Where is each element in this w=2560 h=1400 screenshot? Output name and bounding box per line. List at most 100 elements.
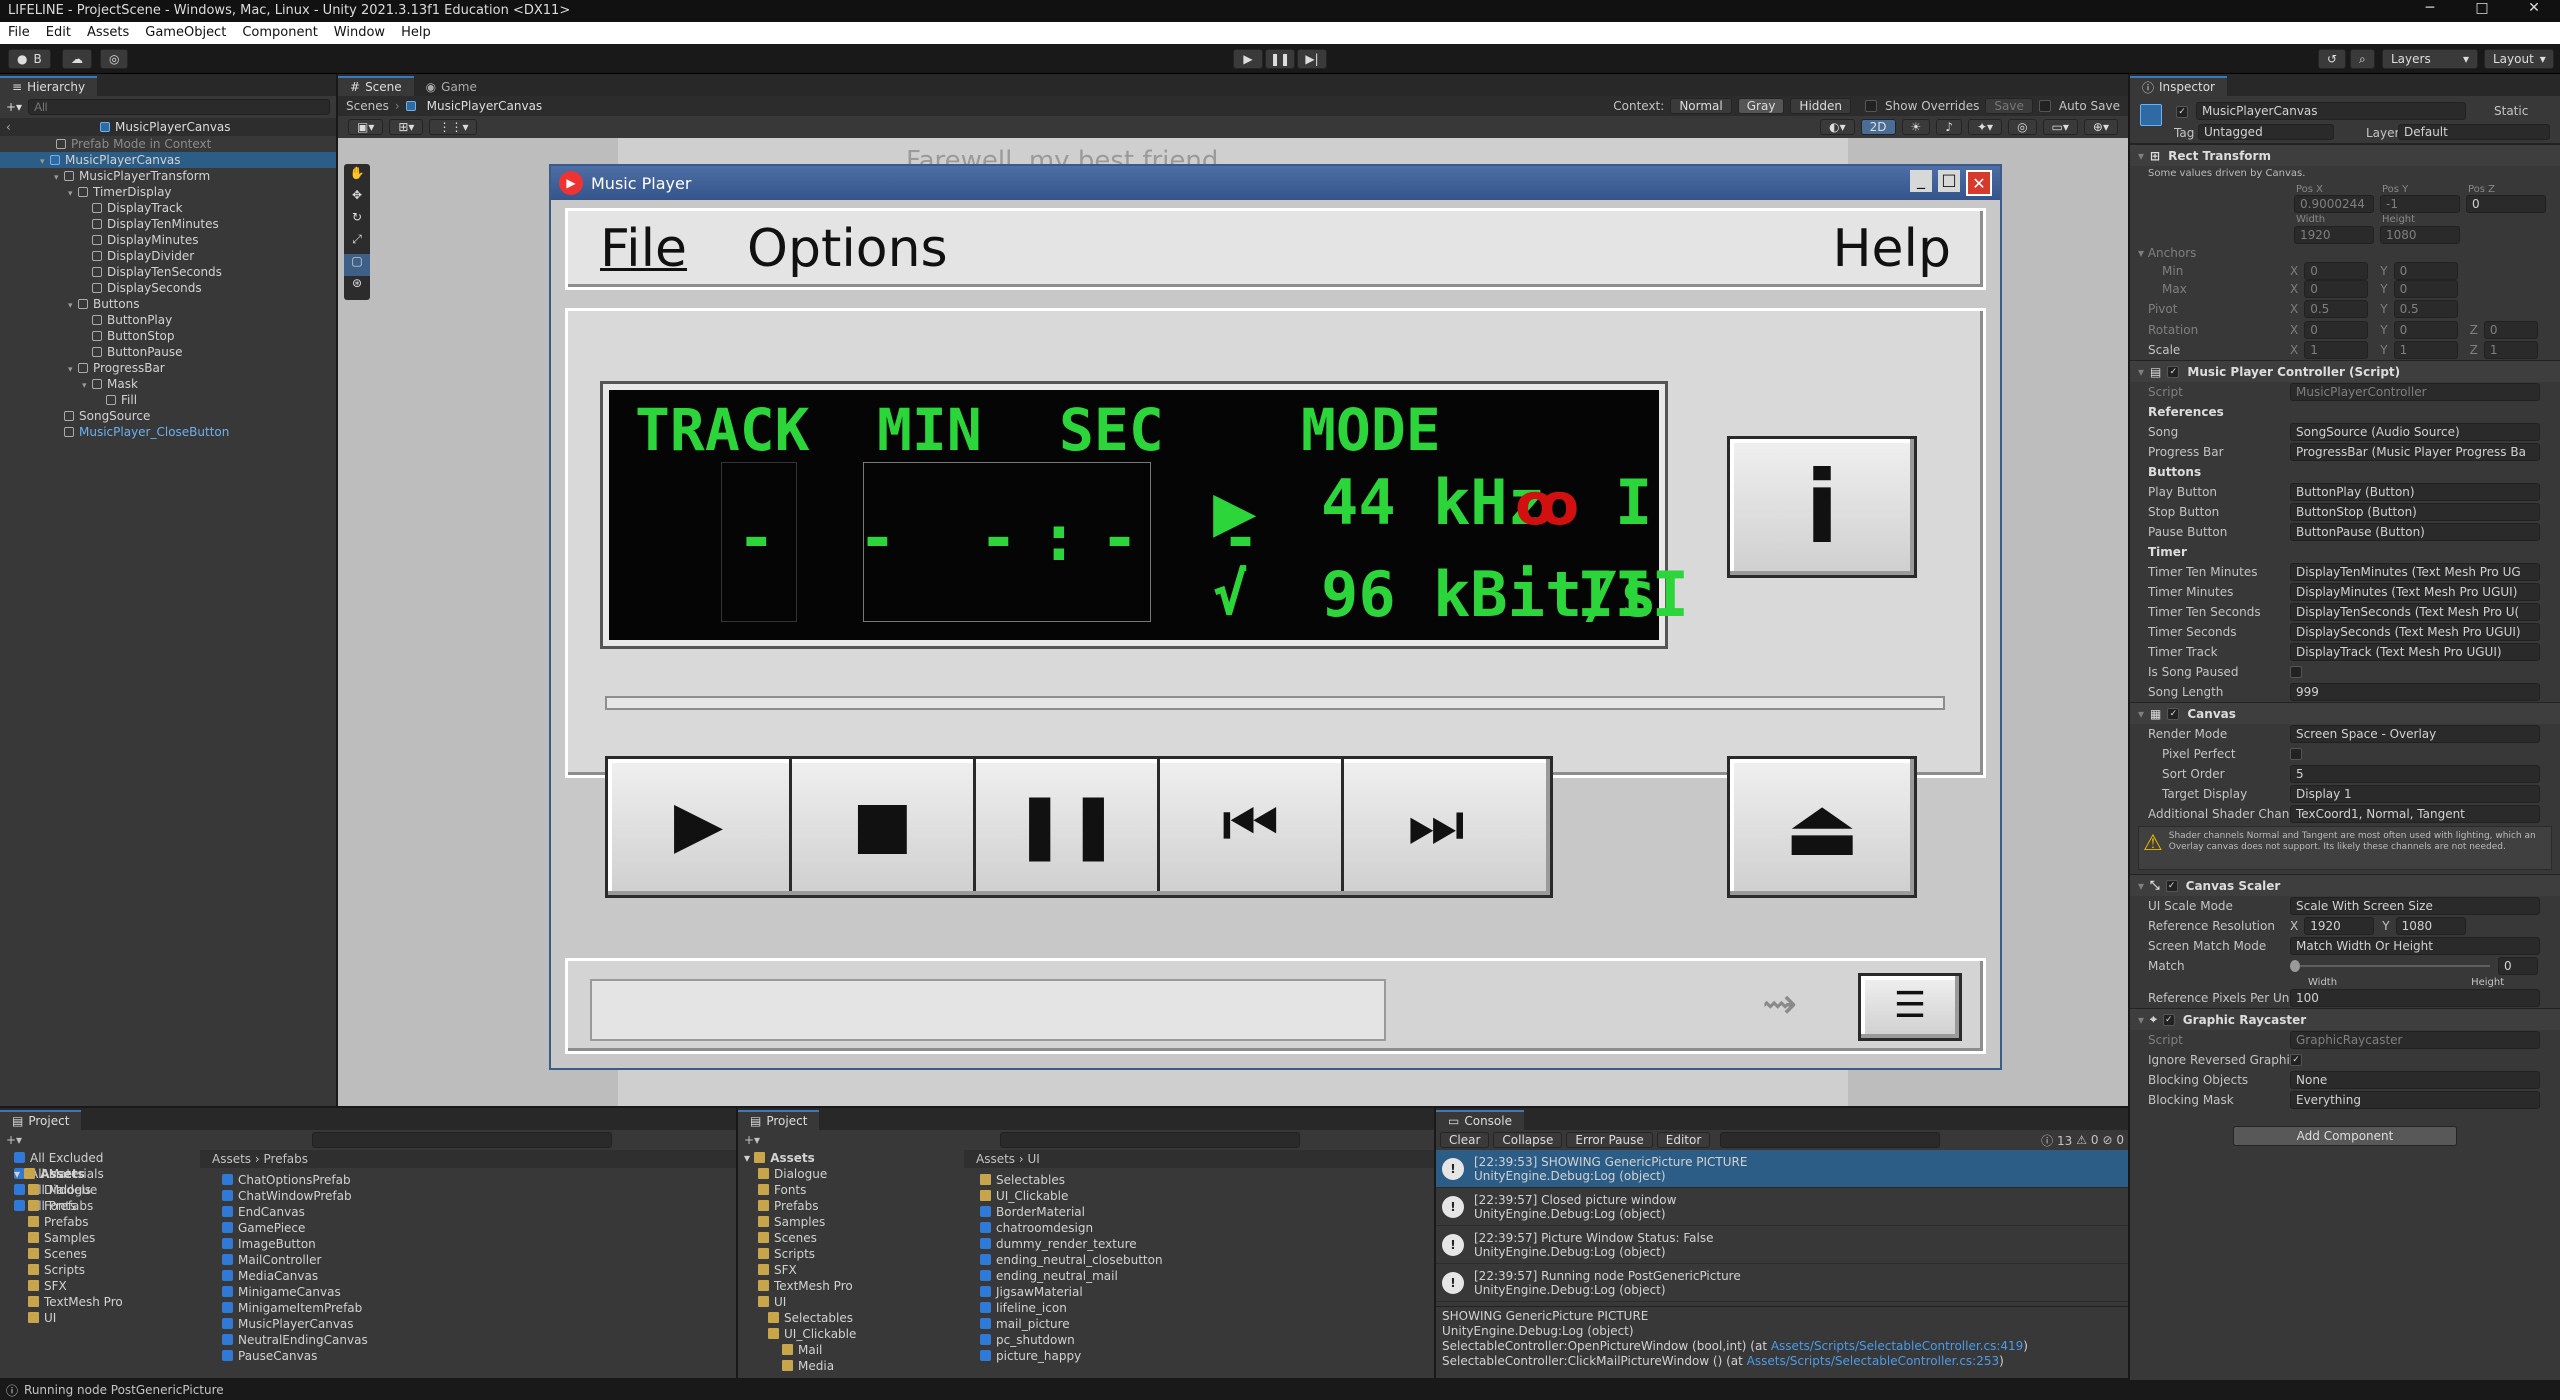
add-asset-icon[interactable]: +▾ — [6, 1133, 22, 1147]
pixel-perfect-checkbox[interactable] — [2290, 748, 2302, 760]
stack-link-2[interactable]: Assets/Scripts/SelectableController.cs:2… — [1747, 1354, 1999, 1368]
project-folder[interactable]: Scripts — [744, 1246, 950, 1262]
project-folder[interactable]: UI — [744, 1294, 950, 1310]
scale-tool-icon[interactable]: ⤢ — [344, 232, 370, 254]
camera-dropdown[interactable]: ▭▾ — [2042, 119, 2078, 135]
layout-dropdown[interactable]: Layout ▾ — [2484, 49, 2554, 69]
graphic-raycaster-header[interactable]: ▾ ⌖ ✓ Graphic Raycaster — [2130, 1008, 2560, 1030]
is-song-paused-checkbox[interactable] — [2290, 666, 2302, 678]
history-button[interactable]: ↺ — [2318, 49, 2347, 69]
project-asset[interactable]: GamePiece — [222, 1220, 722, 1236]
add-component-button[interactable]: Add Component — [2233, 1126, 2457, 1146]
console-log-entry[interactable]: ! [22:39:57] Picture Window Status: False… — [1436, 1226, 2128, 1264]
mode-2d-toggle[interactable]: 2D — [1860, 119, 1896, 135]
menu-window[interactable]: Window — [326, 22, 393, 44]
minimize-button[interactable]: ─ — [2404, 0, 2456, 22]
auto-save-checkbox[interactable] — [2038, 100, 2051, 112]
layer-dropdown[interactable]: Default — [2398, 124, 2550, 140]
expand-arrow-icon[interactable]: ▾ — [82, 378, 92, 394]
transform-tool-icon[interactable]: ⊛ — [344, 276, 370, 298]
step-button[interactable]: ▶| — [1297, 49, 1327, 69]
tab-project-1[interactable]: ▤ Project — [0, 1110, 82, 1130]
hierarchy-item[interactable]: ▾ Buttons — [0, 296, 336, 312]
play-button-field[interactable]: ButtonPlay (Button) — [2290, 483, 2540, 501]
object-name-field[interactable]: MusicPlayerCanvas — [2196, 102, 2466, 120]
rect-tool-icon[interactable]: ▢ — [344, 254, 370, 276]
menu-file[interactable]: File — [0, 22, 38, 44]
move-tool-icon[interactable]: ✥ — [344, 188, 370, 210]
save-button[interactable]: Save — [1985, 98, 2033, 114]
ignore-reversed-checkbox[interactable]: ✓ — [2290, 1054, 2302, 1066]
timer-ten-minutes-field[interactable]: DisplayTenMinutes (Text Mesh Pro UG — [2290, 563, 2540, 581]
match-slider-thumb[interactable] — [2290, 960, 2300, 972]
transport-prev-button[interactable]: ⏮ — [1160, 759, 1344, 891]
expand-arrow-icon[interactable]: ▾ — [40, 154, 50, 170]
project-asset[interactable]: mail_picture — [980, 1316, 1420, 1332]
project-folder[interactable]: Dialogue — [14, 1182, 200, 1198]
ref-res-y[interactable]: 1080 — [2395, 917, 2466, 935]
tab-hierarchy[interactable]: ≡ Hierarchy — [0, 76, 98, 96]
transport-next-button[interactable]: ⏭ — [1344, 759, 1528, 891]
show-overrides-checkbox[interactable] — [1865, 100, 1878, 112]
project-folder[interactable]: SFX — [744, 1262, 950, 1278]
mp-close-button[interactable]: ✕ — [1966, 170, 1992, 196]
progress-bar[interactable] — [605, 696, 1945, 710]
project-folder[interactable]: Samples — [744, 1214, 950, 1230]
tab-scene[interactable]: # Scene — [338, 76, 414, 96]
tag-dropdown[interactable]: Untagged — [2198, 124, 2334, 140]
hierarchy-item[interactable]: SongSource — [0, 408, 336, 424]
breadcrumb-scenes[interactable]: Scenes — [346, 99, 389, 113]
log-count-badge[interactable]: ⓘ 13 — [2041, 1132, 2072, 1149]
anchor-min-y[interactable]: 0 — [2393, 262, 2458, 280]
timer-seconds-field[interactable]: DisplaySeconds (Text Mesh Pro UGUI) — [2290, 623, 2540, 641]
project-folder[interactable]: Scenes — [14, 1246, 200, 1262]
project-asset[interactable]: picture_happy — [980, 1348, 1420, 1364]
project-folder[interactable]: TextMesh Pro — [14, 1294, 200, 1310]
project-folder[interactable]: Fonts — [14, 1198, 200, 1214]
project-folder[interactable]: Scenes — [744, 1230, 950, 1246]
mp-maximize-button[interactable]: □ — [1938, 170, 1960, 192]
eject-button[interactable]: ⏏ — [1727, 756, 1917, 898]
transport-play-button[interactable]: ▶ — [608, 759, 792, 891]
project-asset[interactable]: NeutralEndingCanvas — [222, 1332, 722, 1348]
project-asset[interactable]: Selectables — [980, 1172, 1420, 1188]
canvas-enabled-checkbox[interactable]: ✓ — [2167, 707, 2180, 720]
audio-toggle[interactable]: ♪ — [1936, 119, 1962, 135]
mp-minimize-button[interactable]: _ — [1910, 170, 1932, 192]
expand-arrow-icon[interactable]: ▾ — [68, 362, 78, 378]
hierarchy-item[interactable]: MusicPlayer_CloseButton — [0, 424, 336, 440]
hierarchy-item[interactable]: ButtonPlay — [0, 312, 336, 328]
shader-channels-dropdown[interactable]: TexCoord1, Normal, Tangent — [2290, 805, 2540, 823]
controller-script-field[interactable]: MusicPlayerController — [2290, 383, 2540, 401]
pos-x-field[interactable]: 0.9000244 — [2294, 195, 2374, 213]
tab-project-2[interactable]: ▤ Project — [738, 1110, 820, 1130]
mp-menu-file[interactable]: File — [600, 219, 687, 279]
project-asset[interactable]: PauseCanvas — [222, 1348, 722, 1364]
timer-track-field[interactable]: DisplayTrack (Text Mesh Pro UGUI) — [2290, 643, 2540, 661]
hierarchy-item[interactable]: ButtonPause — [0, 344, 336, 360]
expand-arrow-icon[interactable]: ▾ — [68, 186, 78, 202]
back-arrow-icon[interactable]: ‹ — [6, 120, 11, 134]
hierarchy-item[interactable]: ButtonStop — [0, 328, 336, 344]
project-folder[interactable]: UI_Clickable — [744, 1326, 950, 1342]
project-folder[interactable]: UI — [14, 1310, 200, 1326]
expand-arrow-icon[interactable]: ▾ — [68, 298, 78, 314]
progress-bar-field[interactable]: ProgressBar (Music Player Progress Ba — [2290, 443, 2540, 461]
warning-count-badge[interactable]: ⚠ 0 — [2076, 1133, 2098, 1147]
project-folder[interactable]: TextMesh Pro — [744, 1278, 950, 1294]
canvas-header[interactable]: ▾ ▦ ✓ Canvas — [2130, 702, 2560, 724]
project-asset[interactable]: pc_shutdown — [980, 1332, 1420, 1348]
hierarchy-item[interactable]: ▾ MusicPlayerTransform — [0, 168, 336, 184]
hierarchy-item[interactable]: DisplayTenMinutes — [0, 216, 336, 232]
blocking-objects-dropdown[interactable]: None — [2290, 1071, 2540, 1089]
rotation-z[interactable]: 0 — [2483, 321, 2538, 339]
cloud-button[interactable]: ☁ — [62, 49, 92, 69]
project-asset[interactable]: MusicPlayerCanvas — [222, 1316, 722, 1332]
project-asset[interactable]: lifeline_icon — [980, 1300, 1420, 1316]
playlist-button[interactable]: ☰ — [1858, 973, 1962, 1041]
raycaster-script-field[interactable]: GraphicRaycaster — [2290, 1031, 2540, 1049]
play-button[interactable]: ▶ — [1233, 49, 1263, 69]
project-asset[interactable]: MediaCanvas — [222, 1268, 722, 1284]
shading-dropdown[interactable]: ◐▾ — [1820, 119, 1855, 135]
pos-z-field[interactable]: 0 — [2466, 195, 2546, 213]
